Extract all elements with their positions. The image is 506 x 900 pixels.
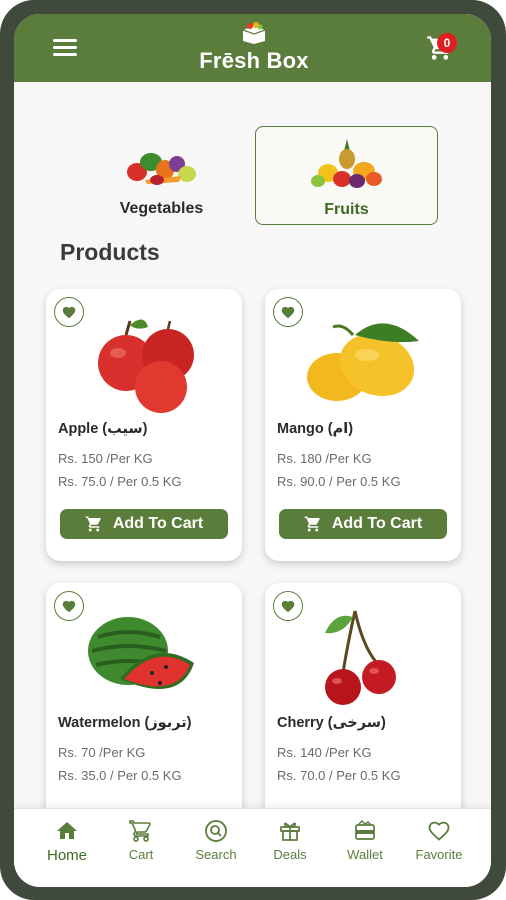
heart-icon xyxy=(281,306,295,319)
cart-count-badge: 0 xyxy=(437,33,457,53)
nav-label: Home xyxy=(46,847,87,864)
cart-icon xyxy=(129,820,151,842)
product-name: Mango (ام) xyxy=(277,421,354,437)
category-label: Vegetables xyxy=(119,200,204,217)
nav-label: Favorite xyxy=(415,847,463,862)
heart-icon xyxy=(62,306,76,319)
nav-deals[interactable]: Deals xyxy=(255,819,325,862)
nav-wallet[interactable]: Wallet xyxy=(330,819,400,862)
watermelon-image xyxy=(88,617,194,689)
home-icon xyxy=(57,822,77,839)
price-half-kg: Rs. 70.0 / Per 0.5 KG xyxy=(277,768,401,783)
app-screen: Frēsh Box 0 Vegetables Fruits Products A… xyxy=(14,14,491,887)
fruits-image xyxy=(310,139,382,188)
phone-frame: Frēsh Box 0 Vegetables Fruits Products A… xyxy=(0,0,506,900)
add-to-cart-button[interactable]: Add To Cart xyxy=(279,509,447,539)
nav-home[interactable]: Home xyxy=(32,819,102,864)
category-vegetables[interactable]: Vegetables xyxy=(70,126,253,225)
add-to-cart-button[interactable]: Add To Cart xyxy=(60,509,228,539)
category-label: Fruits xyxy=(324,201,369,218)
price-half-kg: Rs. 75.0 / Per 0.5 KG xyxy=(58,474,182,489)
app-name: Frēsh Box xyxy=(199,48,309,73)
product-name: Watermelon (تربوز) xyxy=(58,715,192,731)
price-per-kg: Rs. 70 /Per KG xyxy=(58,745,146,760)
apple-image xyxy=(98,319,194,413)
price-per-kg: Rs. 150 /Per KG xyxy=(58,451,153,466)
price-half-kg: Rs. 90.0 / Per 0.5 KG xyxy=(277,474,401,489)
product-name: Cherry (سرخی) xyxy=(277,715,386,731)
product-card-apple[interactable]: Apple (سیب) Rs. 150 /Per KG Rs. 75.0 / P… xyxy=(46,289,242,561)
nav-label: Cart xyxy=(128,847,154,862)
gift-icon xyxy=(280,822,300,841)
vegetables-image xyxy=(126,153,196,185)
cart-icon xyxy=(304,516,320,532)
heart-icon xyxy=(62,600,76,613)
nav-label: Search xyxy=(195,847,237,862)
nav-cart[interactable]: Cart xyxy=(106,819,176,862)
menu-icon[interactable] xyxy=(53,39,77,57)
category-fruits[interactable]: Fruits xyxy=(255,126,438,225)
product-card-cherry[interactable]: Cherry (سرخی) Rs. 140 /Per KG Rs. 70.0 /… xyxy=(265,583,461,823)
product-name: Apple (سیب) xyxy=(58,421,148,437)
nav-search[interactable]: Search xyxy=(181,819,251,862)
nav-favorite[interactable]: Favorite xyxy=(404,819,474,862)
products-heading: Products xyxy=(60,239,160,265)
heart-icon xyxy=(428,821,450,841)
app-header: Frēsh Box 0 xyxy=(14,14,491,82)
nav-label: Wallet xyxy=(347,847,383,862)
bottom-navigation: Home Cart Search Deals Wallet Favorite xyxy=(14,808,491,887)
mango-image xyxy=(307,323,419,401)
logo-box-icon xyxy=(242,22,266,44)
add-to-cart-label: Add To Cart xyxy=(112,515,204,532)
app-logo: Frēsh Box xyxy=(194,22,314,78)
nav-label: Deals xyxy=(273,847,307,862)
cart-icon xyxy=(85,516,101,532)
cherry-image xyxy=(325,610,396,705)
product-card-mango[interactable]: Mango (ام) Rs. 180 /Per KG Rs. 90.0 / Pe… xyxy=(265,289,461,561)
heart-icon xyxy=(281,600,295,613)
wallet-icon xyxy=(355,819,375,840)
price-half-kg: Rs. 35.0 / Per 0.5 KG xyxy=(58,768,182,783)
price-per-kg: Rs. 180 /Per KG xyxy=(277,451,372,466)
add-to-cart-label: Add To Cart xyxy=(331,515,423,532)
product-card-watermelon[interactable]: Watermelon (تربوز) Rs. 70 /Per KG Rs. 35… xyxy=(46,583,242,823)
price-per-kg: Rs. 140 /Per KG xyxy=(277,745,372,760)
search-icon xyxy=(205,820,227,842)
